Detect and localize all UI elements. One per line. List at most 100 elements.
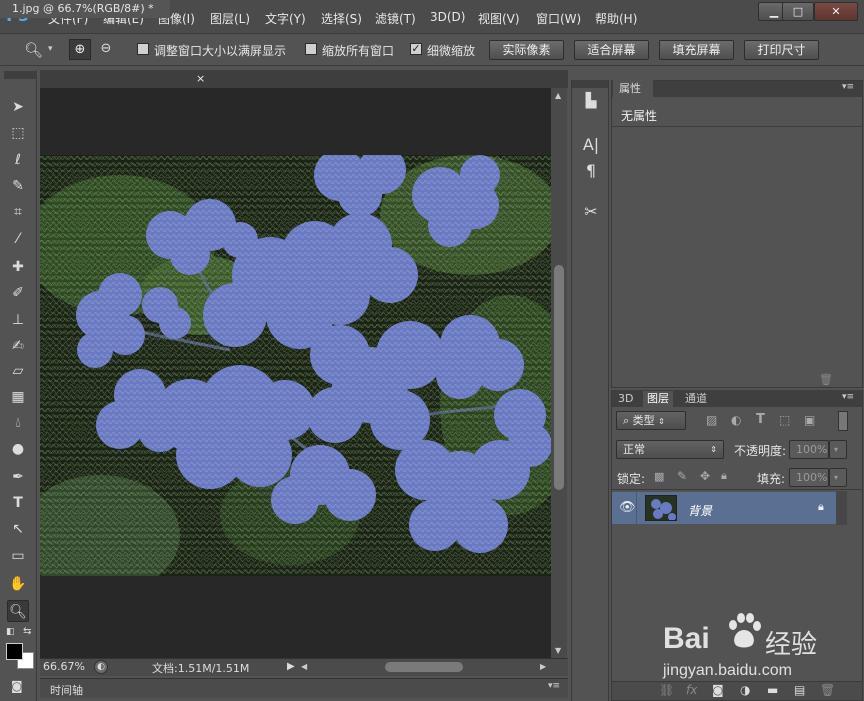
scroll-right-arrow-icon[interactable]: ▶ [540,662,546,671]
scroll-left-arrow-icon[interactable]: ◀ [301,662,307,671]
type-filter-icon[interactable]: T [756,412,765,427]
move-tool-icon[interactable]: ➤ [7,96,29,118]
watermark-brand-suffix: 经验 [765,630,818,660]
zoom-in-icon[interactable]: ⊕ [69,39,91,60]
menu-type[interactable]: 文字(Y) [265,10,306,27]
menu-select[interactable]: 选择(S) [321,10,362,27]
watermark-url: jingyan.baidu.com [663,662,792,679]
swap-colors-icon[interactable]: ⇆ [23,626,31,637]
divider [636,492,637,524]
history-brush-tool-icon[interactable]: ✍ [7,335,29,357]
baidu-watermark: Bai 经验 jingyan.baidu.com [663,606,843,696]
menu-help[interactable]: 帮助(H) [595,10,637,27]
print-size-button[interactable]: 打印尺寸 [744,40,819,60]
pixel-filter-icon[interactable]: ▨ [706,413,717,427]
menu-view[interactable]: 视图(V) [478,10,520,27]
panel-menu-icon[interactable]: ▾≡ [548,681,560,691]
properties-tab[interactable]: 属性 [613,80,653,97]
filter-toggle[interactable] [838,411,848,431]
fill-dropdown-icon[interactable]: ▾ [829,468,847,487]
shape-filter-icon[interactable]: ⬚ [779,413,790,427]
menu-layer[interactable]: 图层(L) [210,10,250,27]
history-panel-icon[interactable]: ▙ [578,90,604,112]
zoom-level[interactable]: 66.67% [43,660,85,673]
scrubby-zoom-label: 细微缩放 [427,44,476,58]
gradient-tool-icon[interactable]: ▦ [7,386,29,408]
hand-tool-icon[interactable]: ✋ [7,573,29,595]
rectangle-tool-icon[interactable]: ▭ [7,545,29,567]
clone-stamp-tool-icon[interactable]: ⊥ [7,309,29,331]
lock-position-icon[interactable]: ✥ [700,469,710,483]
menu-window[interactable]: 窗口(W) [536,10,581,27]
paragraph-panel-icon[interactable]: ¶ [578,160,604,182]
lock-transparency-icon[interactable]: ▩ [654,470,664,483]
timeline-tab[interactable]: 时间轴 [50,682,83,698]
marquee-tool-icon[interactable]: ⬚ [7,122,29,144]
chevron-down-icon[interactable]: ▾ [48,44,53,54]
fit-screen-button[interactable]: 适合屏幕 [574,40,649,60]
menu-filter[interactable]: 滤镜(T) [375,10,416,27]
zoom-all-windows-checkbox[interactable] [305,43,317,55]
zoom-tool-preset-icon[interactable]: 🔍︎ [24,41,43,59]
quick-mask-icon[interactable]: ◙ [11,679,23,693]
pen-tool-icon[interactable]: ✒ [7,466,29,488]
zoom-out-icon[interactable]: ⊖ [95,39,117,60]
smart-object-filter-icon[interactable]: ▣ [804,413,815,427]
healing-brush-tool-icon[interactable]: ✚ [7,256,29,278]
opacity-dropdown-icon[interactable]: ▾ [829,440,847,459]
eraser-tool-icon[interactable]: ▱ [7,360,29,382]
panel-menu-icon[interactable]: ▾≡ [842,392,854,402]
visibility-eye-icon[interactable]: 👁︎ [619,500,636,515]
tool-presets-panel-icon[interactable]: ✂ [578,201,604,223]
close-window-button[interactable]: ✕ [814,2,858,21]
tab-layers[interactable]: 图层 [643,391,673,407]
type-tool-icon[interactable]: T [7,492,29,514]
panel-menu-icon[interactable]: ▾≡ [842,82,854,92]
adjustment-filter-icon[interactable]: ◐ [731,413,741,427]
fill-screen-button[interactable]: 填充屏幕 [659,40,734,60]
chevron-updown-icon: ⇕ [658,417,665,426]
layer-name[interactable]: 背景 [688,502,712,519]
tab-3d[interactable]: 3D [614,391,637,407]
menu-3d[interactable]: 3D(D) [430,10,465,24]
lock-all-icon[interactable]: 🔒︎ [721,469,727,483]
scroll-down-arrow-icon[interactable]: ▼ [555,646,561,655]
crop-tool-icon[interactable]: ⌗ [7,201,29,223]
status-info-icon[interactable]: ◐ [94,660,108,674]
blur-tool-icon[interactable]: 💧︎ [7,412,29,434]
foreground-color-swatch[interactable] [6,643,23,660]
fill-field[interactable]: 100% [789,468,829,487]
character-panel-icon[interactable]: A| [578,134,604,156]
zoom-tool-icon[interactable]: 🔍︎ [7,600,29,622]
scrubby-zoom-checkbox[interactable]: ✓ [410,43,422,55]
lasso-tool-icon[interactable]: ℓ [7,149,29,171]
lock-image-icon[interactable]: ✎ [677,469,687,483]
blend-mode-select[interactable]: 正常 ⇕ [616,440,724,459]
path-selection-tool-icon[interactable]: ↖ [7,518,29,540]
vertical-scroll-thumb[interactable] [554,265,564,490]
document-tab[interactable]: 1.jpg @ 66.7%(RGB/8#) * [0,0,170,18]
quick-select-tool-icon[interactable]: ✎ [7,175,29,197]
opacity-field[interactable]: 100% [789,440,829,459]
layer-filter-select[interactable]: ⌕ 类型 ⇕ [616,411,686,430]
eyedropper-tool-icon[interactable]: ⁄ [7,228,29,250]
document-tab-bar [40,70,568,88]
scroll-up-arrow-icon[interactable]: ▲ [555,91,561,100]
layers-scrollbar[interactable] [836,491,847,525]
tab-channels[interactable]: 通道 [681,391,711,407]
brush-tool-icon[interactable]: ✐ [7,282,29,304]
horizontal-scroll-thumb[interactable] [385,662,463,672]
default-colors-icon[interactable]: ◧ [6,627,15,637]
document-tab-title: 1.jpg @ 66.7%(RGB/8#) * [12,2,154,15]
resize-windows-checkbox[interactable] [137,43,149,55]
layer-thumbnail[interactable] [645,495,677,521]
status-menu-arrow-icon[interactable]: ▶ [287,661,295,672]
dock-grip[interactable] [572,80,608,88]
dodge-tool-icon[interactable]: ● [7,438,29,460]
maximize-button[interactable]: □ [782,2,814,21]
trash-icon[interactable]: 🗑︎ [819,373,833,386]
document-close-icon[interactable]: × [196,72,205,85]
actual-pixels-button[interactable]: 实际像素 [489,40,564,60]
toolbox-grip[interactable] [4,71,37,79]
document-image[interactable] [40,155,552,576]
